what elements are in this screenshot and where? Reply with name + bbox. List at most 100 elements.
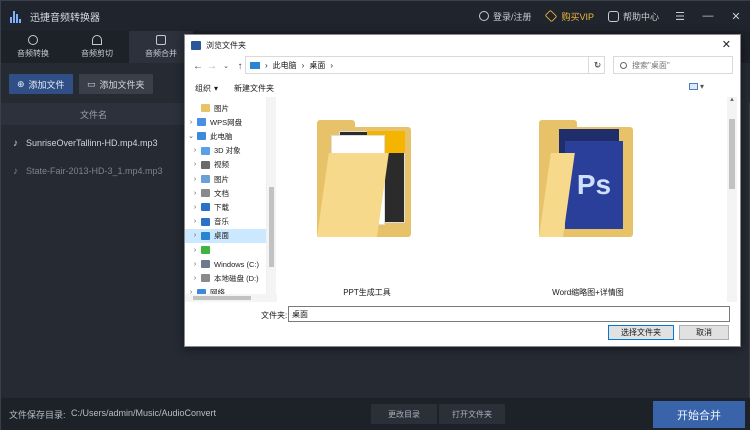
file-name: State-Fair-2013-HD-3_1.mp4.mp3 bbox=[26, 166, 163, 176]
recent-chevron-icon[interactable]: ⌄ bbox=[219, 62, 233, 70]
tree-item-icon bbox=[201, 217, 210, 226]
tree-item-label: 音乐 bbox=[214, 217, 229, 227]
tree-item[interactable]: › 音乐 bbox=[185, 215, 266, 229]
tab-audio-cut[interactable]: 音频剪切 bbox=[65, 31, 129, 63]
tree-item-icon bbox=[201, 175, 210, 183]
tree-item-label: 视频 bbox=[214, 160, 229, 170]
minimize-icon[interactable]: — bbox=[701, 10, 715, 22]
change-dir-button[interactable]: 更改目录 bbox=[371, 404, 437, 424]
dialog-title: 浏览文件夹 bbox=[206, 40, 246, 50]
folder-name-input[interactable] bbox=[288, 306, 730, 322]
dialog-command-bar: 组织 ▾ 新建文件夹 ▾ bbox=[185, 79, 740, 97]
chevron-icon[interactable]: › bbox=[189, 176, 201, 183]
folder-label: Word缩略图+详情图 bbox=[552, 288, 624, 297]
tree-scroll-thumb[interactable] bbox=[269, 187, 274, 267]
tree-item[interactable]: › bbox=[185, 243, 266, 257]
refresh-icon[interactable]: ↻ bbox=[588, 56, 606, 74]
app-logo-icon bbox=[10, 9, 24, 23]
breadcrumb-this-pc[interactable]: 此电脑 bbox=[273, 60, 297, 71]
select-folder-button[interactable]: 选择文件夹 bbox=[608, 325, 674, 340]
dialog-nav-bar: ← → ⌄ ↑ › 此电脑 › 桌面 › ⌄ ↻ 搜索"桌面" bbox=[185, 55, 740, 77]
folder-label: PPT生成工具 bbox=[343, 288, 391, 297]
vip-button[interactable]: 购买VIP bbox=[545, 9, 594, 23]
chevron-icon[interactable]: › bbox=[189, 147, 201, 154]
tree-item[interactable]: › Windows (C:) bbox=[185, 257, 266, 271]
chevron-icon[interactable]: › bbox=[189, 247, 201, 254]
cancel-button[interactable]: 取消 bbox=[679, 325, 729, 340]
tree-item[interactable]: › 文档 bbox=[185, 186, 266, 200]
tree-scrollbar[interactable] bbox=[267, 97, 276, 302]
user-icon bbox=[478, 11, 489, 21]
tree-item-label: 图片 bbox=[214, 103, 229, 113]
chevron-icon[interactable]: › bbox=[189, 261, 201, 268]
content-scroll-thumb[interactable] bbox=[729, 119, 735, 189]
file-list-header: 文件名 bbox=[1, 103, 186, 125]
chevron-icon[interactable]: › bbox=[189, 275, 201, 282]
tree-item-icon bbox=[197, 118, 206, 127]
list-item[interactable]: ♪ SunriseOverTallinn-HD.mp4.mp3 bbox=[1, 129, 186, 157]
tree-item[interactable]: › 下载 bbox=[185, 200, 266, 214]
folder-name-label: 文件夹: bbox=[261, 311, 288, 320]
back-arrow-icon[interactable]: ← bbox=[191, 61, 205, 72]
menu-icon[interactable]: ☰ bbox=[673, 10, 687, 23]
organize-label: 组织 bbox=[195, 83, 211, 93]
separator-icon: › bbox=[330, 60, 334, 70]
tree-horizontal-scrollbar[interactable] bbox=[185, 294, 277, 302]
tree-item-label: 3D 对象 bbox=[214, 146, 241, 156]
tree-item-label: 此电脑 bbox=[210, 131, 233, 141]
chevron-icon[interactable]: ⌄ bbox=[185, 132, 197, 140]
tree-item[interactable]: 图片 bbox=[185, 101, 266, 115]
chevron-icon[interactable]: › bbox=[189, 161, 201, 168]
dialog-close-icon[interactable]: ✕ bbox=[722, 38, 731, 51]
login-button[interactable]: 登录/注册 bbox=[478, 10, 531, 23]
vip-label: 购买VIP bbox=[561, 11, 594, 22]
start-merge-button[interactable]: 开始合并 bbox=[653, 401, 745, 428]
tree-item[interactable]: › WPS网盘 bbox=[185, 115, 266, 129]
chevron-icon[interactable]: › bbox=[189, 232, 201, 239]
chevron-icon[interactable]: › bbox=[189, 204, 201, 211]
tree-item-label: 图片 bbox=[214, 174, 229, 184]
breadcrumb-desktop[interactable]: 桌面 bbox=[309, 60, 325, 71]
new-folder-button[interactable]: 新建文件夹 bbox=[234, 83, 274, 94]
folder-item-word[interactable]: Ps bbox=[539, 115, 639, 245]
content-scrollbar[interactable]: ▲ bbox=[727, 97, 737, 302]
add-file-button[interactable]: ⊕ 添加文件 bbox=[9, 74, 73, 94]
tree-item-icon bbox=[201, 260, 210, 269]
address-bar[interactable]: › 此电脑 › 桌面 › ⌄ bbox=[245, 56, 605, 74]
tree-item[interactable]: › 图片 bbox=[185, 172, 266, 186]
add-folder-button[interactable]: ▭ 添加文件夹 bbox=[79, 74, 153, 94]
folder-item-ppt[interactable] bbox=[317, 115, 417, 245]
vip-diamond-icon bbox=[545, 9, 558, 23]
tab-label: 音频合并 bbox=[145, 49, 177, 58]
close-icon[interactable]: ✕ bbox=[729, 10, 743, 23]
organize-menu[interactable]: 组织 ▾ bbox=[195, 83, 218, 94]
chevron-icon[interactable]: › bbox=[189, 190, 201, 197]
tree-hscroll-thumb[interactable] bbox=[193, 296, 251, 300]
tree-item[interactable]: ⌄ 此电脑 bbox=[185, 129, 266, 143]
tree-item[interactable]: › 3D 对象 bbox=[185, 144, 266, 158]
tree-item[interactable]: › 视频 bbox=[185, 158, 266, 172]
forward-arrow-icon[interactable]: → bbox=[205, 61, 219, 72]
help-button[interactable]: 帮助中心 bbox=[607, 10, 659, 23]
search-input[interactable]: 搜索"桌面" bbox=[613, 56, 733, 74]
tree-item-icon bbox=[201, 246, 210, 254]
view-icon bbox=[688, 83, 698, 90]
tree-item[interactable]: › 本地磁盘 (D:) bbox=[185, 271, 266, 285]
chevron-down-icon: ▾ bbox=[699, 82, 704, 91]
tree-item[interactable]: › 桌面 bbox=[185, 228, 266, 243]
save-dir-path: C:/Users/admin/Music/AudioConvert bbox=[71, 408, 217, 418]
list-item[interactable]: ♪ State-Fair-2013-HD-3_1.mp4.mp3 bbox=[1, 157, 186, 185]
open-folder-button[interactable]: 打开文件夹 bbox=[439, 404, 505, 424]
dialog-title-bar: 浏览文件夹 bbox=[185, 35, 740, 55]
chevron-icon[interactable]: › bbox=[189, 218, 201, 225]
music-note-icon: ♪ bbox=[13, 137, 18, 149]
chevron-icon[interactable]: › bbox=[185, 119, 197, 126]
music-note-icon: ♪ bbox=[13, 165, 18, 177]
folder-icon: ▭ bbox=[87, 78, 96, 89]
scissors-icon bbox=[92, 35, 102, 45]
tree-item-label: 本地磁盘 (D:) bbox=[214, 273, 259, 283]
folder-front bbox=[317, 153, 389, 237]
tab-audio-convert[interactable]: 音频转换 bbox=[1, 31, 65, 63]
scroll-up-icon[interactable]: ▲ bbox=[727, 97, 737, 103]
view-options-button[interactable]: ▾ bbox=[688, 82, 704, 91]
